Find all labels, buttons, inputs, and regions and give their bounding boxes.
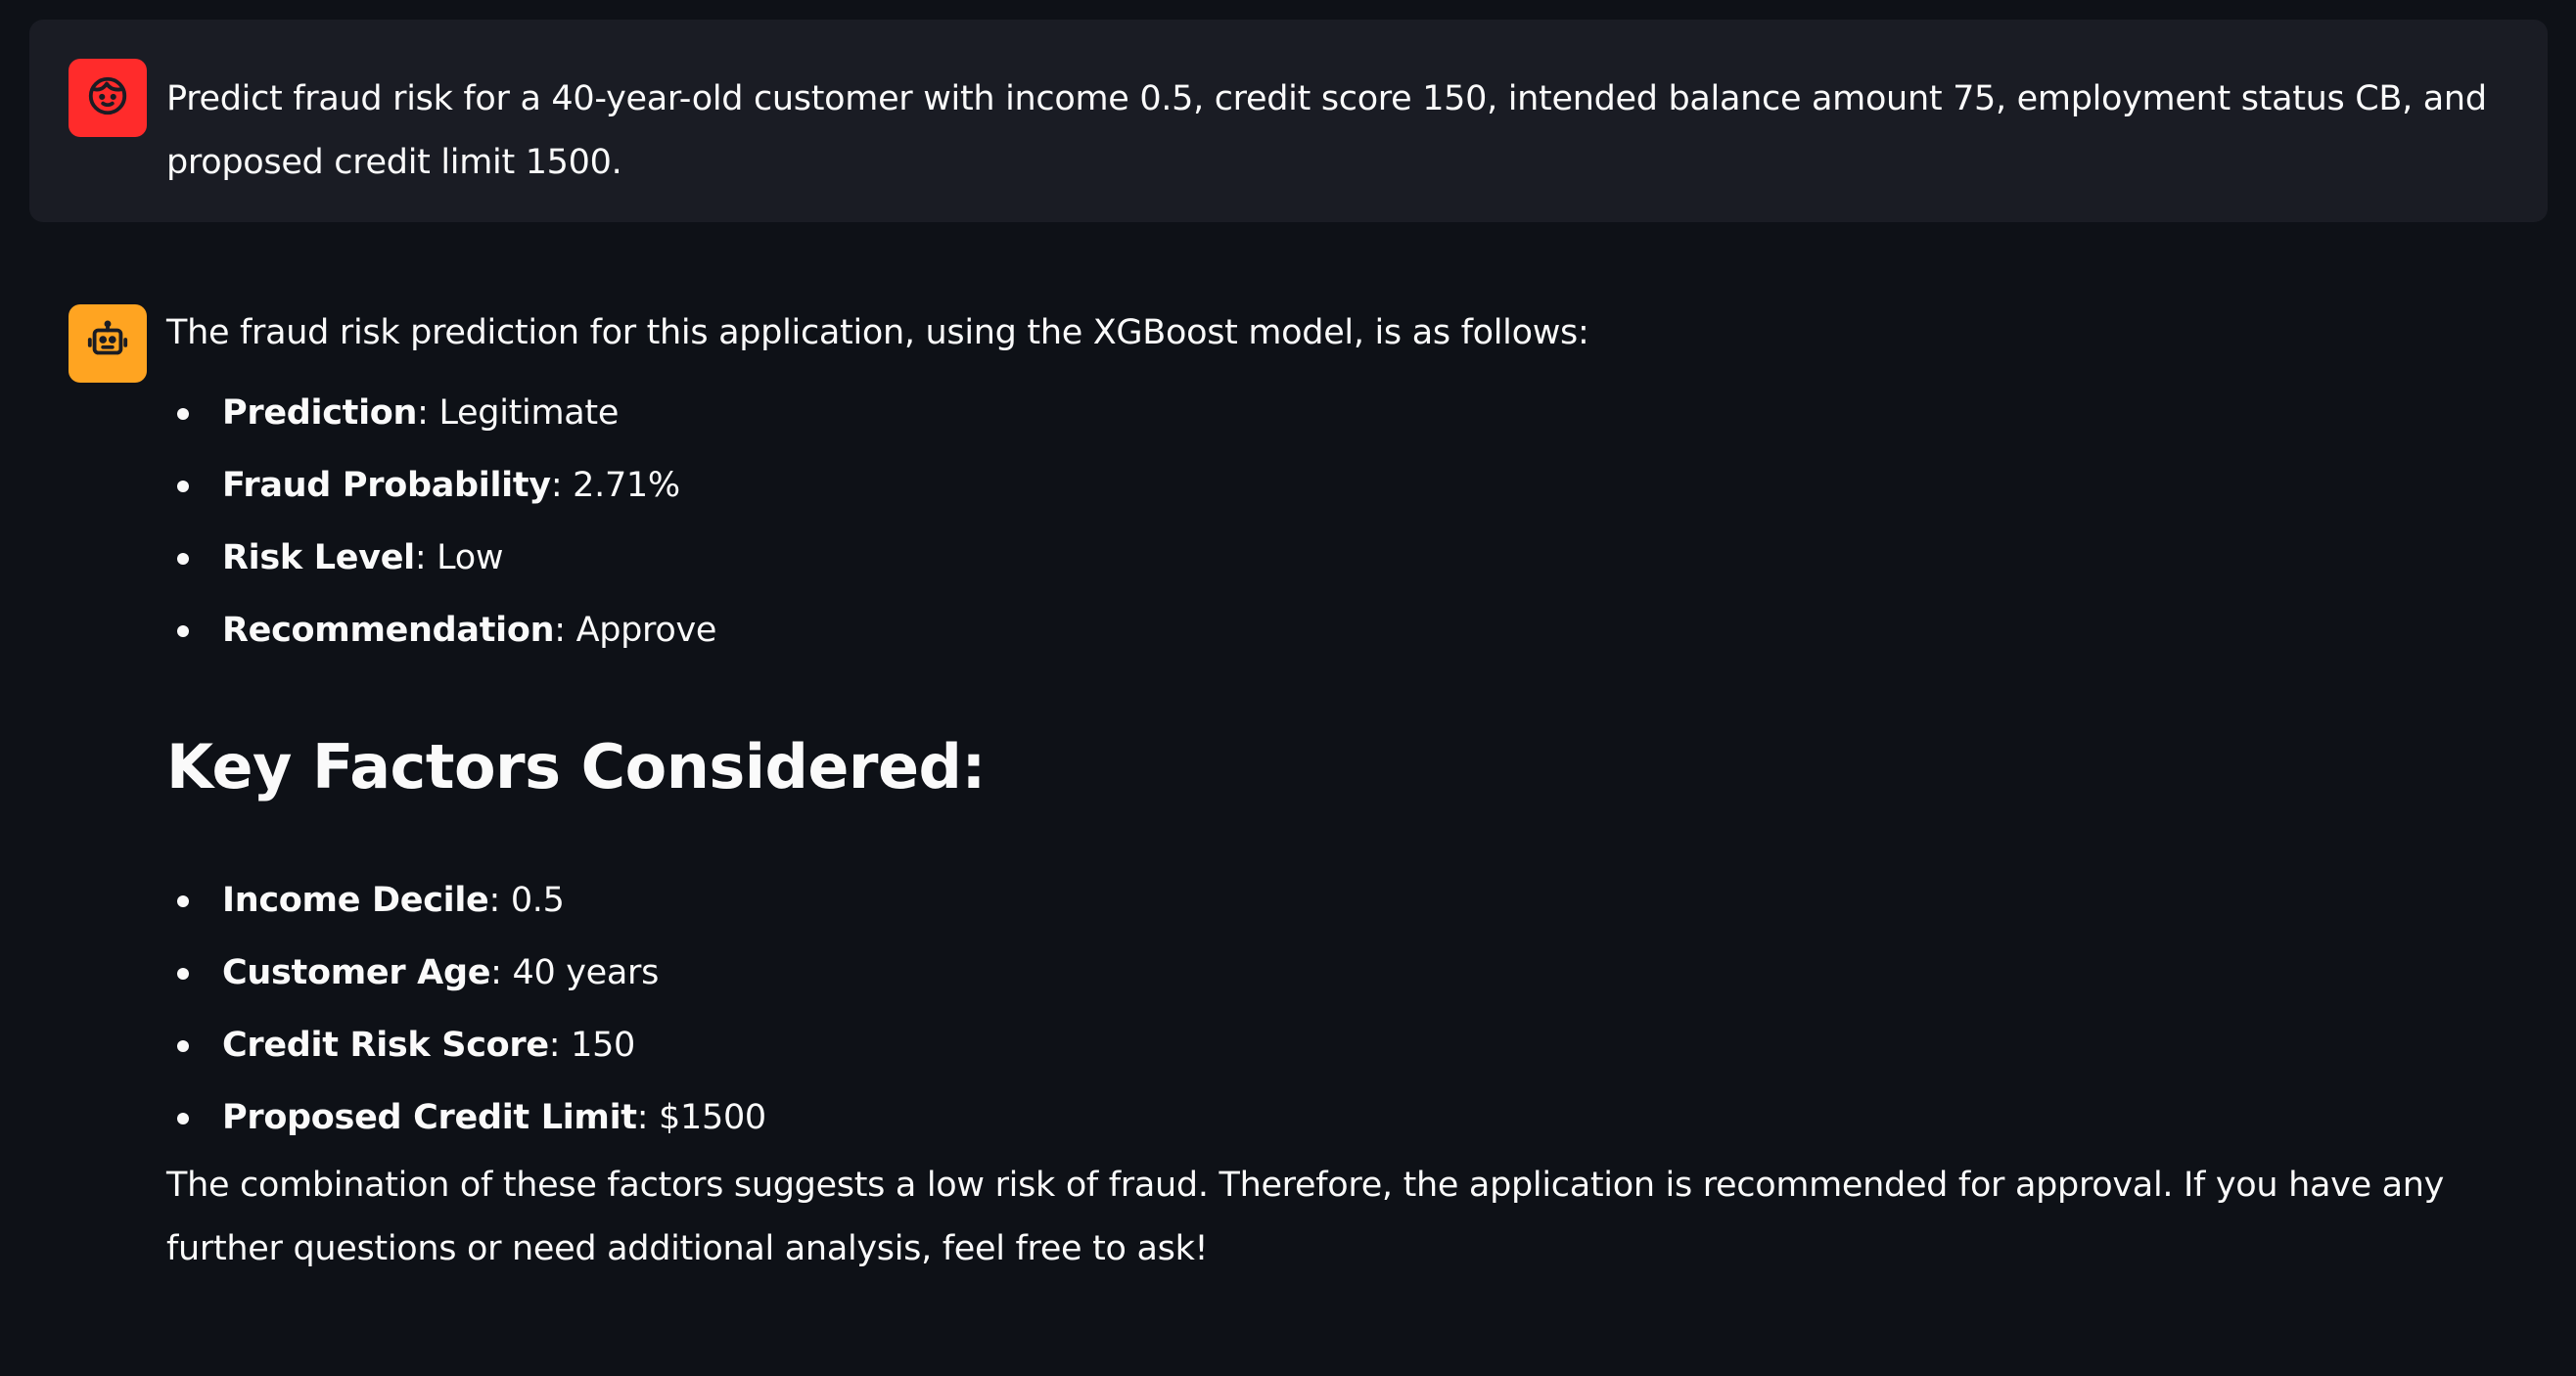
assistant-intro-text: The fraud risk prediction for this appli…: [166, 313, 1589, 352]
robot-icon: [85, 319, 130, 368]
result-label: Recommendation: [222, 611, 555, 650]
result-value: : Approve: [554, 611, 717, 650]
user-message-content: Predict fraud risk for a 40-year-old cus…: [166, 75, 2508, 195]
list-item: Proposed Credit Limit: $1500: [166, 1081, 2508, 1154]
list-item: Risk Level: Low: [166, 522, 2508, 594]
factor-label: Credit Risk Score: [222, 1026, 549, 1065]
assistant-avatar: [69, 304, 147, 383]
factor-value: : $1500: [636, 1098, 766, 1137]
factor-label: Customer Age: [222, 953, 491, 992]
list-item: Income Decile: 0.5: [166, 864, 2508, 937]
user-message: Predict fraud risk for a 40-year-old cus…: [29, 20, 2548, 222]
list-item: Prediction: Legitimate: [166, 377, 2508, 449]
result-value: : Legitimate: [417, 393, 620, 433]
user-message-text: Predict fraud risk for a 40-year-old cus…: [166, 79, 2487, 182]
result-label: Risk Level: [222, 538, 415, 577]
list-item: Fraud Probability: 2.71%: [166, 449, 2508, 522]
factor-value: : 40 years: [490, 953, 660, 992]
result-label: Prediction: [222, 393, 418, 433]
list-item: Credit Risk Score: 150: [166, 1009, 2508, 1081]
factor-value: : 150: [548, 1026, 636, 1065]
result-value: : 2.71%: [550, 466, 680, 505]
assistant-closing-text: The combination of these factors suggest…: [166, 1166, 2445, 1268]
result-label: Fraud Probability: [222, 466, 551, 505]
list-item: Customer Age: 40 years: [166, 937, 2508, 1009]
key-factors-list: Income Decile: 0.5 Customer Age: 40 year…: [166, 864, 2508, 1154]
key-factors-heading: Key Factors Considered:: [166, 731, 986, 803]
user-face-icon: [85, 73, 130, 122]
factor-label: Income Decile: [222, 881, 489, 920]
factor-value: : 0.5: [488, 881, 565, 920]
result-value: : Low: [414, 538, 504, 577]
factor-label: Proposed Credit Limit: [222, 1098, 637, 1137]
assistant-message-content: The fraud risk prediction for this appli…: [166, 302, 2508, 1281]
list-item: Recommendation: Approve: [166, 594, 2508, 666]
prediction-results-list: Prediction: Legitimate Fraud Probability…: [166, 377, 2508, 666]
assistant-message: The fraud risk prediction for this appli…: [29, 284, 2548, 1360]
user-avatar: [69, 59, 147, 137]
chat-container: Predict fraud risk for a 40-year-old cus…: [0, 0, 2576, 1376]
